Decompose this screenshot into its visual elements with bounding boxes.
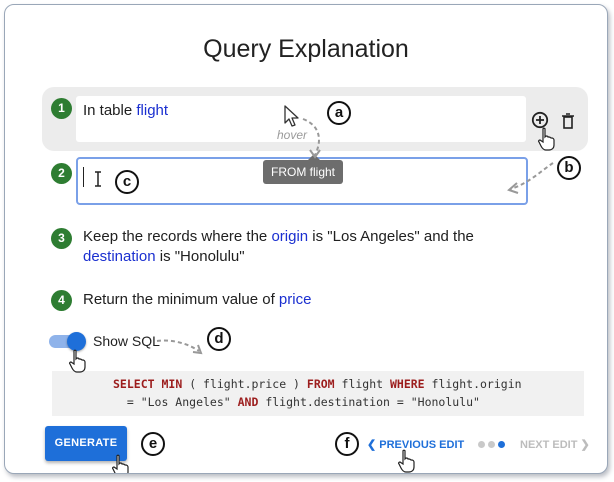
sql-text: flight.origin — [424, 377, 522, 391]
step-number-2: 2 — [51, 163, 72, 184]
hand-pointer-icon — [397, 449, 415, 473]
sql-line-2: = "Los Angeles" AND flight.destination =… — [113, 393, 480, 411]
hand-pointer-icon — [537, 127, 555, 151]
sql-keyword-from: FROM — [306, 377, 335, 391]
sql-keyword-and: AND — [237, 395, 259, 409]
chevron-right-icon: ❯ — [580, 439, 590, 451]
show-sql-label: Show SQL — [93, 333, 160, 349]
step-3-text-c: is "Honolulu" — [155, 248, 245, 265]
step-1-prefix: In table — [83, 102, 137, 119]
toggle-arrow-icon — [156, 339, 203, 355]
pagination-dot — [478, 441, 485, 448]
step-number-4: 4 — [51, 290, 72, 311]
hand-pointer-icon — [111, 454, 129, 473]
sql-keyword-where: WHERE — [389, 377, 425, 391]
step-number-1: 1 — [51, 98, 72, 119]
step-1-keyword: flight — [136, 102, 169, 119]
query-explanation-card: Query Explanation 1 In table flight 2 FR… — [4, 4, 608, 474]
hover-arrow-icon — [302, 118, 321, 159]
next-edit-label: NEXT EDIT — [520, 439, 578, 451]
step-3-text-a: Keep the records where the — [83, 228, 272, 245]
callout-c: c — [115, 170, 139, 194]
trash-icon[interactable] — [559, 112, 577, 130]
step-4-keyword: price — [278, 291, 312, 308]
callout-b: b — [557, 156, 581, 180]
sql-text: flight — [334, 377, 390, 391]
sql-text: flight.destination = "Honolulu" — [258, 395, 480, 409]
step-4-text[interactable]: Return the minimum value of price — [83, 290, 311, 310]
sql-line-1: SELECT MIN ( flight.price ) FROM flight … — [113, 375, 522, 393]
previous-edit-button[interactable]: ❮ PREVIOUS EDIT — [367, 438, 464, 451]
arrow-cursor-icon — [284, 105, 299, 127]
sql-keyword-select: SELECT — [113, 377, 155, 391]
text-caret — [83, 167, 84, 187]
i-beam-icon — [95, 171, 101, 187]
step-3-keyword-origin: origin — [271, 228, 309, 245]
pagination-dot-active — [498, 441, 505, 448]
next-edit-button[interactable]: NEXT EDIT ❯ — [520, 438, 590, 451]
step-4-prefix: Return the minimum value of — [83, 291, 279, 308]
previous-edit-label: PREVIOUS EDIT — [379, 439, 465, 451]
page-title: Query Explanation — [203, 35, 409, 63]
sql-text: = "Los Angeles" — [113, 395, 238, 409]
callout-f: f — [335, 432, 359, 456]
sql-code-block: SELECT MIN ( flight.price ) FROM flight … — [52, 371, 584, 416]
step-3-text[interactable]: Keep the records where the origin is "Lo… — [83, 227, 553, 267]
callout-a: a — [327, 101, 351, 125]
step-3-keyword-destination: destination — [83, 248, 156, 265]
step-1-text[interactable]: In table flight — [83, 101, 168, 121]
pagination-dot — [488, 441, 495, 448]
chevron-left-icon: ❮ — [367, 439, 377, 451]
hand-pointer-icon — [68, 349, 86, 373]
insert-arrow-icon — [507, 162, 554, 194]
callout-e: e — [141, 432, 165, 456]
step-3-text-b: is "Los Angeles" and the — [308, 228, 474, 245]
sql-keyword-min: MIN — [161, 377, 183, 391]
sql-text: ( flight.price ) — [182, 377, 307, 391]
step-number-3: 3 — [51, 228, 72, 249]
sql-tooltip: FROM flight — [263, 154, 344, 184]
callout-d: d — [207, 327, 231, 351]
